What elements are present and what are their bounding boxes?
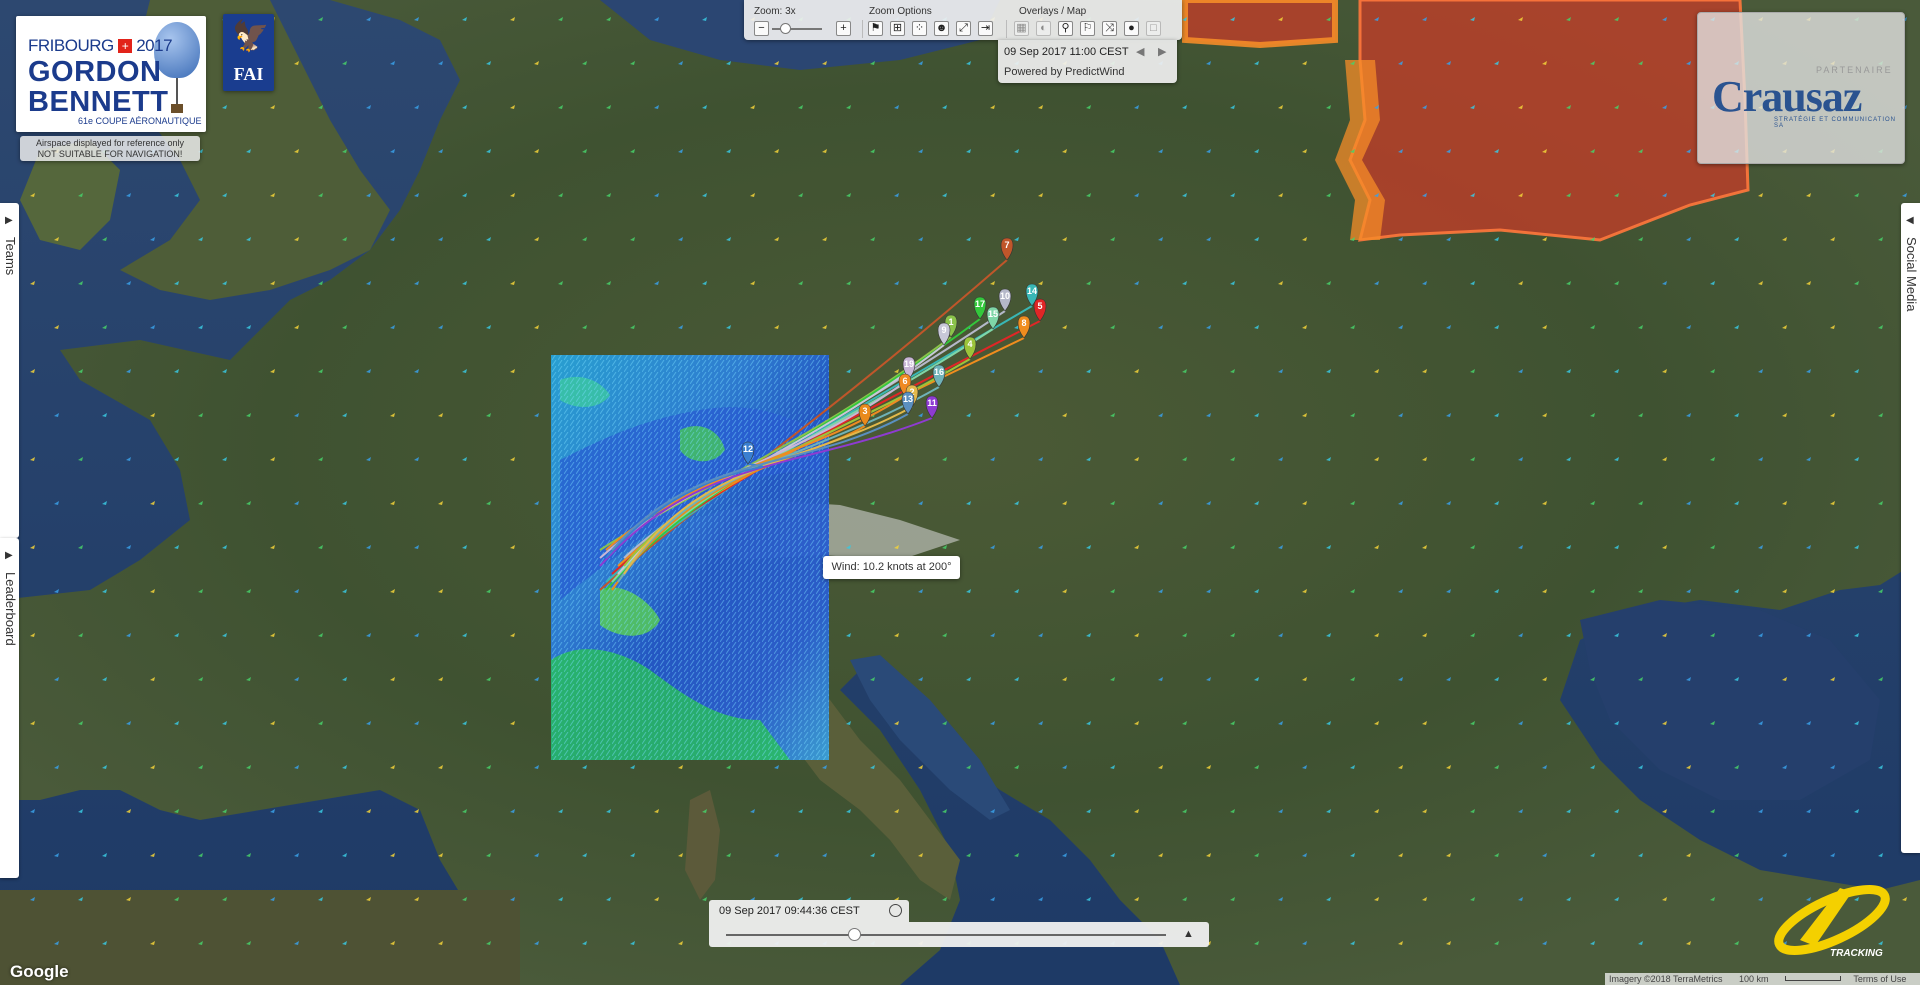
logo-year: 2017	[136, 36, 173, 55]
partner-logo[interactable]: PARTENAIRE Crausaz STRATÉGIE ET COMMUNIC…	[1697, 12, 1905, 164]
leaderboard-tab[interactable]: ▶ Leaderboard	[0, 538, 19, 878]
balloon-marker-label: 17	[975, 299, 985, 309]
wind-prev-button[interactable]: ◀	[1136, 45, 1144, 58]
shuffle-icon[interactable]: ⤨	[1102, 21, 1117, 36]
wind-next-button[interactable]: ▶	[1158, 45, 1166, 58]
balloon-marker-label: 16	[934, 367, 944, 377]
partner-tagline: STRATÉGIE ET COMMUNICATION SA	[1774, 117, 1897, 129]
globe-icon[interactable]: ●	[1124, 21, 1139, 36]
clock-icon[interactable]	[889, 904, 902, 917]
partner-name: Crausaz	[1712, 72, 1862, 121]
airspace-note-line2: NOT SUITABLE FOR NAVIGATION!	[37, 149, 183, 159]
yb-tracking-logo: TRACKING	[1770, 880, 1900, 960]
logo-subtitle: 61e COUPE AÉRONAUTIQUE	[78, 116, 202, 126]
balloon-marker-label: 11	[927, 398, 937, 408]
scale-bar	[1785, 976, 1842, 981]
grid-dots-icon[interactable]: ⁘	[912, 21, 927, 36]
play-icon[interactable]: ▲	[1183, 928, 1194, 940]
expand-arrow-icon: ▶	[5, 550, 13, 561]
airspace-note-line1: Airspace displayed for reference only	[35, 138, 185, 148]
wind-model-grid	[551, 355, 829, 760]
balloon-marker-label: 14	[1027, 286, 1037, 296]
plus-box-icon[interactable]: ⊞	[890, 21, 905, 36]
timeline-datetime: 09 Sep 2017 09:44:36 CEST	[709, 900, 909, 922]
overlays-map-label: Overlays / Map	[1019, 6, 1087, 17]
map-controls-bar: Zoom: 3x Zoom Options Overlays / Map − +…	[744, 0, 1182, 40]
balloon-marker-label: 13	[903, 394, 913, 404]
scale-label: 100 km	[1739, 974, 1769, 984]
wind-forecast-datetime: 09 Sep 2017 11:00 CEST	[1004, 46, 1129, 58]
balloon-marker-label: 3	[862, 406, 867, 416]
balloon-marker-label: 15	[988, 309, 998, 319]
timeline-track[interactable]	[726, 934, 1166, 936]
airspace-disclaimer: Airspace displayed for reference only NO…	[20, 136, 200, 161]
logo-line-gordon: GORDON	[28, 56, 162, 88]
group-icon[interactable]: ☻	[934, 21, 949, 36]
fullscreen-icon[interactable]: ⤢	[956, 21, 971, 36]
teams-tab-label: Teams	[3, 237, 18, 276]
teams-tab[interactable]: ▶ Teams	[0, 203, 19, 538]
balloon-marker-label: 5	[1037, 301, 1042, 311]
fai-logo: 🦅 FAI	[223, 14, 274, 91]
timeline-control: 09 Sep 2017 09:44:36 CEST ▲	[709, 900, 1209, 947]
exit-icon[interactable]: ⇥	[978, 21, 993, 36]
flag-icon[interactable]: ⚑	[868, 21, 883, 36]
square-icon[interactable]: □	[1146, 21, 1161, 36]
expand-arrow-icon: ▶	[5, 215, 13, 226]
eagle-icon: 🦅	[232, 20, 270, 53]
balloon-marker-label: 19	[904, 359, 914, 369]
balloon-marker-label: 12	[743, 444, 753, 454]
balloon-marker-label: 4	[967, 339, 972, 349]
balloon-marker-label: 7	[1004, 240, 1009, 250]
google-logo[interactable]: Google	[10, 962, 69, 982]
expand-arrow-icon: ◀	[1906, 215, 1914, 226]
logo-city: FRIBOURG	[28, 36, 114, 55]
wind-tooltip: Wind: 10.2 knots at 200°	[823, 556, 960, 579]
logo-line-bennett: BENNETT	[28, 86, 169, 118]
imagery-credit: Imagery ©2018 TerraMetrics	[1609, 974, 1723, 984]
zoom-in-button[interactable]: +	[836, 21, 851, 36]
social-media-tab[interactable]: ◀ Social Media	[1901, 203, 1920, 853]
balloon-marker-label: 6	[902, 376, 907, 386]
fai-text: FAI	[233, 64, 264, 84]
balloon-marker-label: 9	[941, 325, 946, 335]
wind-barb-icon[interactable]: ⚲	[1058, 21, 1073, 36]
swiss-cross-icon: +	[117, 39, 132, 53]
zoom-slider-handle[interactable]	[780, 23, 791, 34]
wind-flag-icon[interactable]: ⚐	[1080, 21, 1095, 36]
zoom-level-label: Zoom: 3x	[754, 6, 796, 17]
balloon-marker-label: 10	[1000, 291, 1010, 301]
timeline-handle[interactable]	[847, 928, 861, 941]
zoom-options-label: Zoom Options	[869, 6, 932, 17]
map-attribution: Imagery ©2018 TerraMetrics 100 km Terms …	[1605, 973, 1920, 985]
grid-overlay-icon[interactable]: ▦	[1014, 21, 1029, 36]
satellite-map[interactable]: 714581011715941963162111213	[0, 0, 1920, 985]
zoom-out-button[interactable]: −	[754, 21, 769, 36]
powered-by-predictwind[interactable]: Powered by PredictWind	[1004, 66, 1124, 78]
leaderboard-tab-label: Leaderboard	[3, 572, 18, 646]
tracking-text: TRACKING	[1830, 948, 1883, 959]
terms-link[interactable]: Terms of Use	[1853, 974, 1906, 984]
balloon-marker-label: 8	[1021, 318, 1026, 328]
timeline-datetime-text: 09 Sep 2017 09:44:36 CEST	[719, 905, 860, 917]
half-circle-icon[interactable]: ◐	[1036, 21, 1051, 36]
wind-forecast-panel: 09 Sep 2017 11:00 CEST ◀ ▶ Powered by Pr…	[998, 40, 1177, 83]
social-media-tab-label: Social Media	[1904, 237, 1919, 312]
gordon-bennett-logo: FRIBOURG + 2017 GORDON BENNETT 61e COUPE…	[16, 16, 206, 132]
